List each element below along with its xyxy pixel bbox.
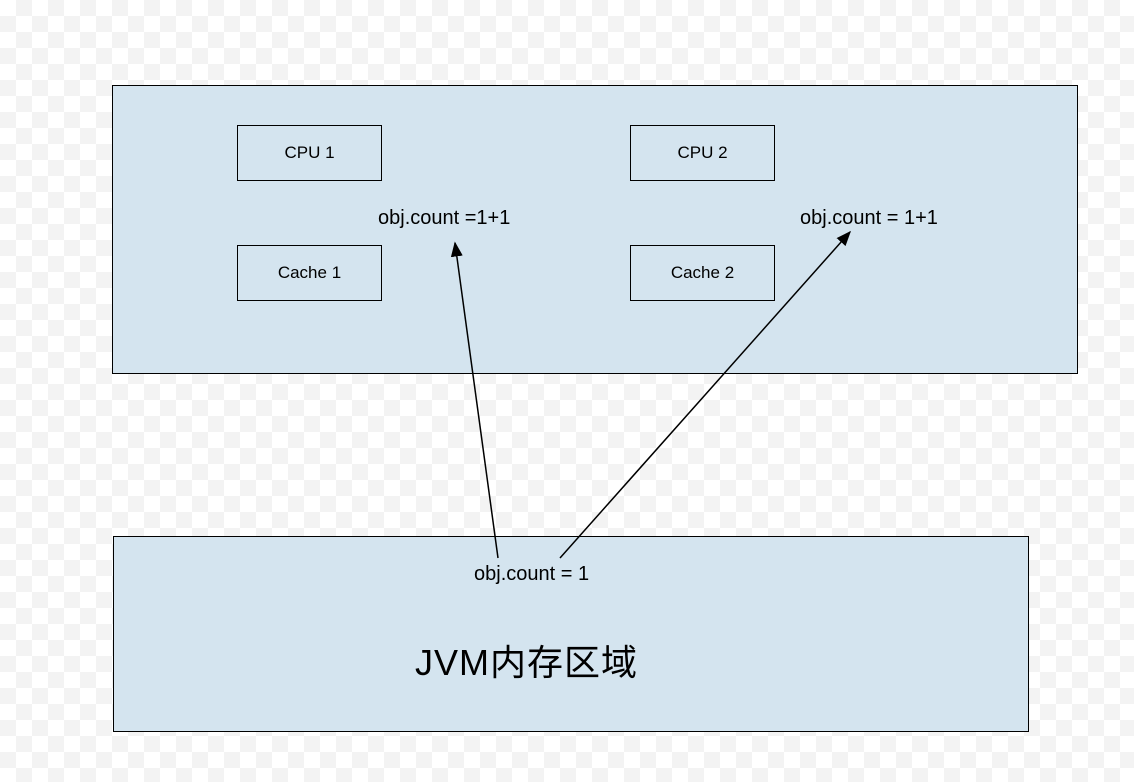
obj-count-cpu2-label: obj.count = 1+1 [800,207,938,230]
cache-1-box: Cache 1 [237,245,382,301]
cpu-1-box: CPU 1 [237,125,382,181]
obj-count-memory-label: obj.count = 1 [474,563,589,586]
cpu-1-label: CPU 1 [284,143,334,163]
obj-count-cpu1-label: obj.count =1+1 [378,207,510,230]
jvm-memory-label: JVM内存区域 [415,634,638,686]
cpu-2-label: CPU 2 [677,143,727,163]
cpu-2-box: CPU 2 [630,125,775,181]
cache-1-label: Cache 1 [278,263,341,283]
cache-2-label: Cache 2 [671,263,734,283]
cache-2-box: Cache 2 [630,245,775,301]
